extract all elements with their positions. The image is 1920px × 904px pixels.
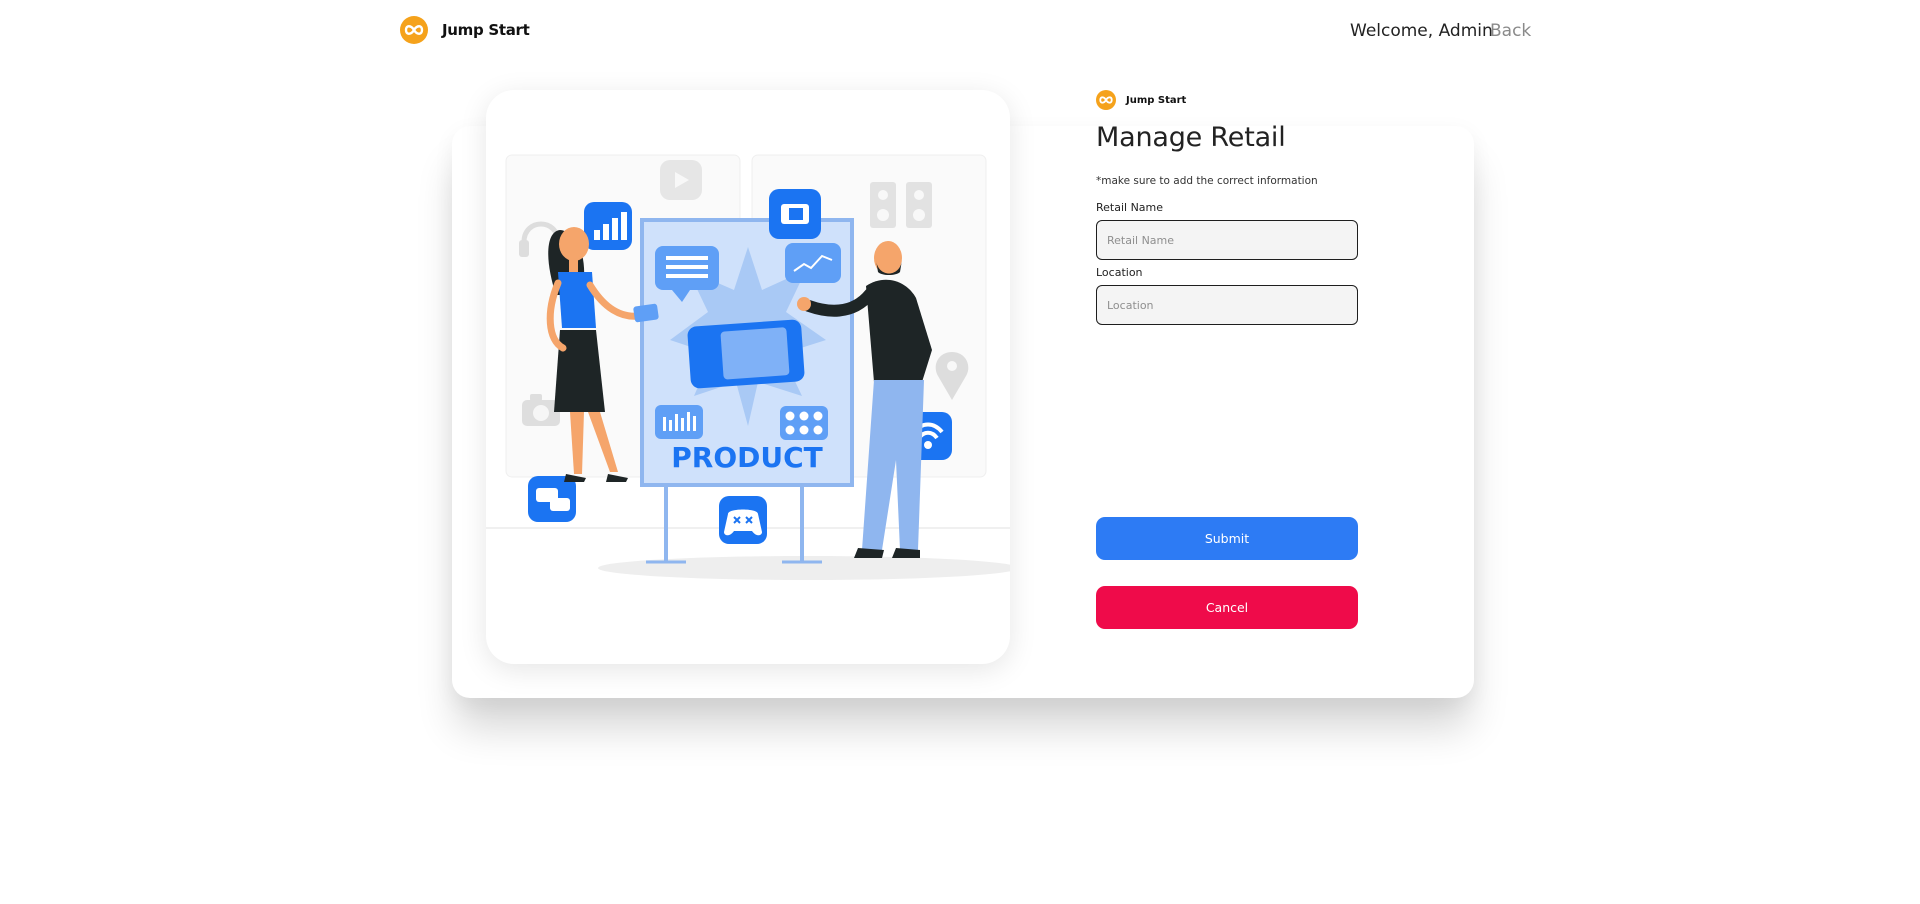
logo-icon [1096, 90, 1116, 110]
submit-button[interactable]: Submit [1096, 517, 1358, 560]
manage-retail-form: Jump Start Manage Retail *make sure to a… [1096, 90, 1358, 629]
location-input[interactable] [1096, 285, 1358, 325]
product-illustration: PRODUCT [486, 154, 1010, 580]
top-bar: Jump Start Welcome, Admin Back [0, 0, 1920, 64]
retail-name-label: Retail Name [1096, 201, 1164, 214]
form-brand-name: Jump Start [1126, 94, 1187, 106]
form-hint: *make sure to add the correct informatio… [1096, 175, 1318, 187]
brand[interactable]: Jump Start [400, 16, 530, 44]
welcome-text: Welcome, Admin [1350, 21, 1493, 41]
chart-icon [785, 243, 841, 283]
gamepad-icon [719, 496, 767, 544]
location-label: Location [1096, 266, 1143, 279]
back-link[interactable]: Back [1490, 21, 1531, 41]
analytics-icon [655, 405, 703, 439]
brand-name: Jump Start [442, 21, 530, 39]
youtube-icon [660, 160, 702, 200]
grid-icon [780, 406, 828, 440]
retail-name-input[interactable] [1096, 220, 1358, 260]
form-brand: Jump Start [1096, 90, 1358, 110]
illustration-card: PRODUCT [486, 90, 1010, 664]
document-icon [769, 189, 821, 239]
product-label: PRODUCT [671, 441, 823, 474]
page-title: Manage Retail [1096, 122, 1286, 153]
chat-icon [528, 476, 576, 522]
logo-icon [400, 16, 428, 44]
signal-icon [584, 202, 632, 250]
cancel-button[interactable]: Cancel [1096, 586, 1358, 629]
